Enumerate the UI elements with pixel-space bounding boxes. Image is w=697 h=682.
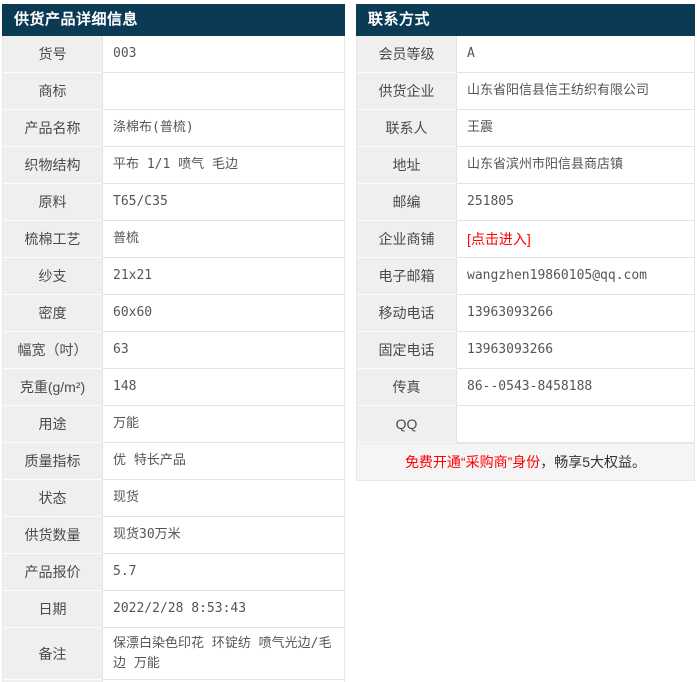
row-label: 商标 bbox=[3, 73, 103, 110]
row-label: 密度 bbox=[3, 295, 103, 332]
table-row: 织物结构平布 1/1 喷气 毛边 bbox=[3, 147, 344, 184]
row-value: 山东省阳信县信王纺织有限公司 bbox=[457, 73, 694, 110]
row-value: 优 特长产品 bbox=[103, 443, 344, 480]
row-label: 用途 bbox=[3, 406, 103, 443]
row-value bbox=[103, 73, 344, 110]
row-label: 供货数量 bbox=[3, 517, 103, 554]
product-info-body: 货号003商标产品名称涤棉布(普梳)织物结构平布 1/1 喷气 毛边原料T65/… bbox=[2, 36, 345, 682]
row-label: 幅宽（吋） bbox=[3, 332, 103, 369]
row-label: 移动电话 bbox=[357, 295, 457, 332]
row-value: 251805 bbox=[457, 184, 694, 221]
product-info-table: 供货产品详细信息 货号003商标产品名称涤棉布(普梳)织物结构平布 1/1 喷气… bbox=[2, 4, 345, 682]
row-label: 邮编 bbox=[357, 184, 457, 221]
row-value: 13963093266 bbox=[457, 332, 694, 369]
row-value: 5.7 bbox=[103, 554, 344, 591]
row-label: 企业商铺 bbox=[357, 221, 457, 258]
row-label: 质量指标 bbox=[3, 443, 103, 480]
table-row: 货号003 bbox=[3, 36, 344, 73]
row-label: 织物结构 bbox=[3, 147, 103, 184]
row-value: 148 bbox=[103, 369, 344, 406]
table-row: 用途万能 bbox=[3, 406, 344, 443]
table-row: 梳棉工艺普梳 bbox=[3, 221, 344, 258]
row-value: 山东省滨州市阳信县商店镇 bbox=[457, 147, 694, 184]
table-row: 商标 bbox=[3, 73, 344, 110]
table-row: QQ bbox=[357, 406, 694, 443]
table-row: 密度60x60 bbox=[3, 295, 344, 332]
enter-shop-link[interactable]: [点击进入] bbox=[467, 229, 531, 250]
row-label: QQ bbox=[357, 406, 457, 443]
row-label: 原料 bbox=[3, 184, 103, 221]
table-row: 纱支21x21 bbox=[3, 258, 344, 295]
table-row: 供货数量现货30万米 bbox=[3, 517, 344, 554]
table-row: 原料T65/C35 bbox=[3, 184, 344, 221]
row-value: A bbox=[457, 36, 694, 73]
table-row: 企业商铺 [点击进入] bbox=[357, 221, 694, 258]
row-value: 保漂白染色印花 环锭纺 喷气光边/毛边 万能 bbox=[103, 628, 344, 680]
row-value: 2022/2/28 8:53:43 bbox=[103, 591, 344, 628]
row-label: 纱支 bbox=[3, 258, 103, 295]
row-value: [点击进入] bbox=[457, 221, 694, 258]
row-label: 产品名称 bbox=[3, 110, 103, 147]
row-label: 会员等级 bbox=[357, 36, 457, 73]
table-row: 产品名称涤棉布(普梳) bbox=[3, 110, 344, 147]
table-row: 传真86--0543-8458188 bbox=[357, 369, 694, 406]
row-value: 王震 bbox=[457, 110, 694, 147]
promo-benefits-text: ，畅享5大权益。 bbox=[540, 452, 646, 472]
table-row: 日期2022/2/28 8:53:43 bbox=[3, 591, 344, 628]
row-label: 梳棉工艺 bbox=[3, 221, 103, 258]
row-value: 现货 bbox=[103, 480, 344, 517]
table-row: 备注保漂白染色印花 环锭纺 喷气光边/毛边 万能 bbox=[3, 628, 344, 680]
promo-banner: 免费开通“采购商”身份，畅享5大权益。 bbox=[356, 444, 695, 481]
table-row: 电子邮箱wangzhen19860105@qq.com bbox=[357, 258, 694, 295]
row-label: 供货企业 bbox=[357, 73, 457, 110]
row-value bbox=[457, 406, 694, 443]
contact-info-table: 联系方式 会员等级A供货企业山东省阳信县信王纺织有限公司联系人王震地址山东省滨州… bbox=[356, 4, 695, 481]
row-value: 普梳 bbox=[103, 221, 344, 258]
row-label: 固定电话 bbox=[357, 332, 457, 369]
table-row: 质量指标优 特长产品 bbox=[3, 443, 344, 480]
row-label: 日期 bbox=[3, 591, 103, 628]
row-label: 产品报价 bbox=[3, 554, 103, 591]
row-value: 万能 bbox=[103, 406, 344, 443]
contact-info-body: 会员等级A供货企业山东省阳信县信王纺织有限公司联系人王震地址山东省滨州市阳信县商… bbox=[356, 36, 695, 444]
row-value: 63 bbox=[103, 332, 344, 369]
row-label: 状态 bbox=[3, 480, 103, 517]
table-row: 邮编251805 bbox=[357, 184, 694, 221]
row-label: 货号 bbox=[3, 36, 103, 73]
table-row: 会员等级A bbox=[357, 36, 694, 73]
table-row: 幅宽（吋）63 bbox=[3, 332, 344, 369]
row-label: 电子邮箱 bbox=[357, 258, 457, 295]
table-row: 供货企业山东省阳信县信王纺织有限公司 bbox=[357, 73, 694, 110]
row-value: T65/C35 bbox=[103, 184, 344, 221]
row-label: 备注 bbox=[3, 628, 103, 680]
row-value: 21x21 bbox=[103, 258, 344, 295]
row-value: 60x60 bbox=[103, 295, 344, 332]
row-label: 地址 bbox=[357, 147, 457, 184]
row-value: wangzhen19860105@qq.com bbox=[457, 258, 694, 295]
row-value: 003 bbox=[103, 36, 344, 73]
promo-buyer-signup-link[interactable]: 免费开通“采购商”身份 bbox=[405, 452, 540, 472]
row-value: 平布 1/1 喷气 毛边 bbox=[103, 147, 344, 184]
table-row: 固定电话13963093266 bbox=[357, 332, 694, 369]
row-value: 现货30万米 bbox=[103, 517, 344, 554]
table-row: 克重(g/m²)148 bbox=[3, 369, 344, 406]
product-info-title: 供货产品详细信息 bbox=[2, 4, 345, 36]
table-row: 联系人王震 bbox=[357, 110, 694, 147]
contact-info-title: 联系方式 bbox=[356, 4, 695, 36]
row-value: 涤棉布(普梳) bbox=[103, 110, 344, 147]
row-label: 联系人 bbox=[357, 110, 457, 147]
product-detail-page: 供货产品详细信息 货号003商标产品名称涤棉布(普梳)织物结构平布 1/1 喷气… bbox=[0, 0, 697, 682]
row-label: 传真 bbox=[357, 369, 457, 406]
table-row: 移动电话13963093266 bbox=[357, 295, 694, 332]
table-row: 状态现货 bbox=[3, 480, 344, 517]
row-label: 克重(g/m²) bbox=[3, 369, 103, 406]
table-row: 地址山东省滨州市阳信县商店镇 bbox=[357, 147, 694, 184]
table-row: 产品报价5.7 bbox=[3, 554, 344, 591]
row-value: 86--0543-8458188 bbox=[457, 369, 694, 406]
row-value: 13963093266 bbox=[457, 295, 694, 332]
